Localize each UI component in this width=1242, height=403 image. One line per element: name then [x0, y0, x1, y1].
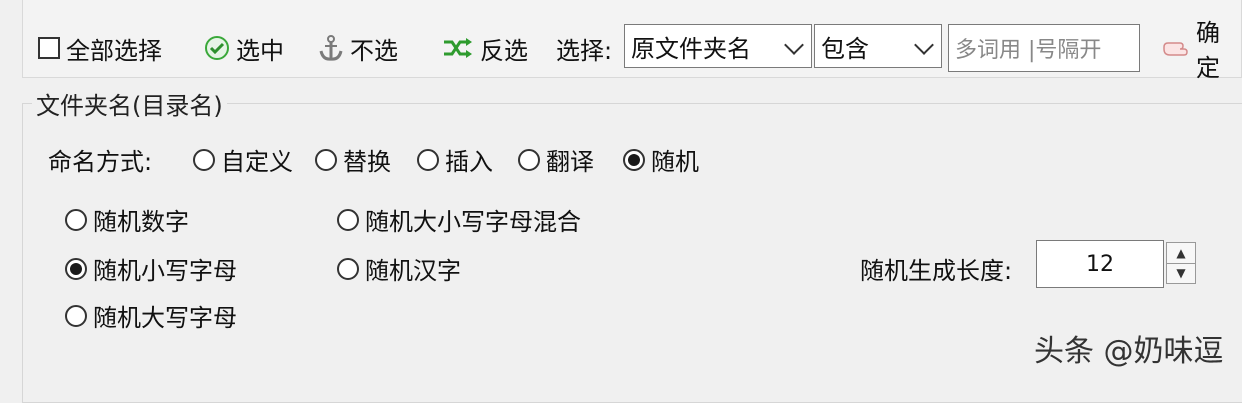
spin-up-icon[interactable]: ▲ — [1167, 243, 1195, 263]
naming-option-label: 翻译 — [546, 148, 594, 176]
radio-circle — [65, 304, 87, 327]
match-select[interactable]: 包含 — [814, 24, 942, 68]
radio-circle — [193, 148, 215, 171]
checkbox-box — [38, 37, 60, 59]
random-option-label: 随机大小写字母混合 — [365, 208, 581, 236]
uncheck-button[interactable]: 不选 — [318, 30, 398, 66]
random-option-label: 随机大写字母 — [93, 304, 237, 332]
select-all-label: 全部选择 — [66, 36, 162, 65]
naming-radio-insert[interactable]: 插入 — [417, 142, 493, 177]
naming-option-label: 随机 — [651, 148, 699, 176]
group-title: 文件夹名(目录名) — [32, 86, 227, 121]
pointing-hand-icon — [1160, 35, 1190, 61]
radio-circle — [337, 208, 359, 231]
random-option-label: 随机汉字 — [365, 257, 461, 285]
random-radio-chinese[interactable]: 随机汉字 — [337, 251, 461, 286]
radio-circle — [65, 208, 87, 231]
invert-label: 反选 — [480, 36, 528, 65]
confirm-label: 确定 — [1196, 19, 1220, 82]
naming-radio-replace[interactable]: 替换 — [315, 142, 391, 177]
naming-option-label: 插入 — [445, 148, 493, 176]
check-circle-icon — [204, 35, 230, 61]
naming-option-label: 替换 — [343, 148, 391, 176]
select-prefix-label: 选择: — [556, 36, 613, 65]
random-option-label: 随机小写字母 — [93, 257, 237, 285]
length-stepper: ▲ ▼ — [1166, 242, 1196, 284]
length-label: 随机生成长度: — [860, 257, 1013, 285]
radio-circle — [315, 148, 337, 171]
anchor-icon — [318, 34, 344, 62]
radio-circle-selected — [623, 148, 645, 171]
keyword-placeholder: 多词用 |号隔开 — [955, 38, 1102, 63]
naming-radio-custom[interactable]: 自定义 — [193, 142, 293, 177]
spin-down-icon[interactable]: ▼ — [1167, 262, 1195, 284]
field-select[interactable]: 原文件夹名 — [624, 24, 812, 68]
chevron-down-icon — [784, 35, 804, 55]
radio-circle — [417, 148, 439, 171]
random-radio-uppercase[interactable]: 随机大写字母 — [65, 298, 237, 333]
check-label: 选中 — [236, 36, 284, 65]
naming-method-label: 命名方式: — [48, 148, 153, 176]
length-input[interactable]: 12 — [1036, 240, 1164, 288]
radio-circle — [518, 148, 540, 171]
match-select-value: 包含 — [821, 34, 869, 63]
naming-radio-random[interactable]: 随机 — [623, 142, 699, 177]
shuffle-icon — [442, 36, 474, 60]
select-all-checkbox[interactable]: 全部选择 — [38, 30, 162, 66]
check-button[interactable]: 选中 — [204, 30, 284, 66]
length-value: 12 — [1086, 251, 1114, 277]
naming-option-label: 自定义 — [221, 148, 293, 176]
watermark: 头条 @奶味逗 — [1034, 334, 1224, 369]
invert-button[interactable]: 反选 — [442, 30, 528, 66]
random-option-label: 随机数字 — [93, 208, 189, 236]
field-select-value: 原文件夹名 — [631, 34, 751, 63]
random-radio-mixed-case[interactable]: 随机大小写字母混合 — [337, 202, 581, 237]
random-radio-digits[interactable]: 随机数字 — [65, 202, 189, 237]
uncheck-label: 不选 — [350, 36, 398, 65]
radio-circle — [337, 257, 359, 280]
keyword-input[interactable]: 多词用 |号隔开 — [948, 24, 1140, 72]
confirm-button[interactable]: 确定 — [1160, 19, 1242, 82]
chevron-down-icon — [914, 35, 934, 55]
radio-circle-selected — [65, 257, 87, 280]
naming-radio-translate[interactable]: 翻译 — [518, 142, 594, 177]
random-radio-lowercase[interactable]: 随机小写字母 — [65, 251, 237, 286]
